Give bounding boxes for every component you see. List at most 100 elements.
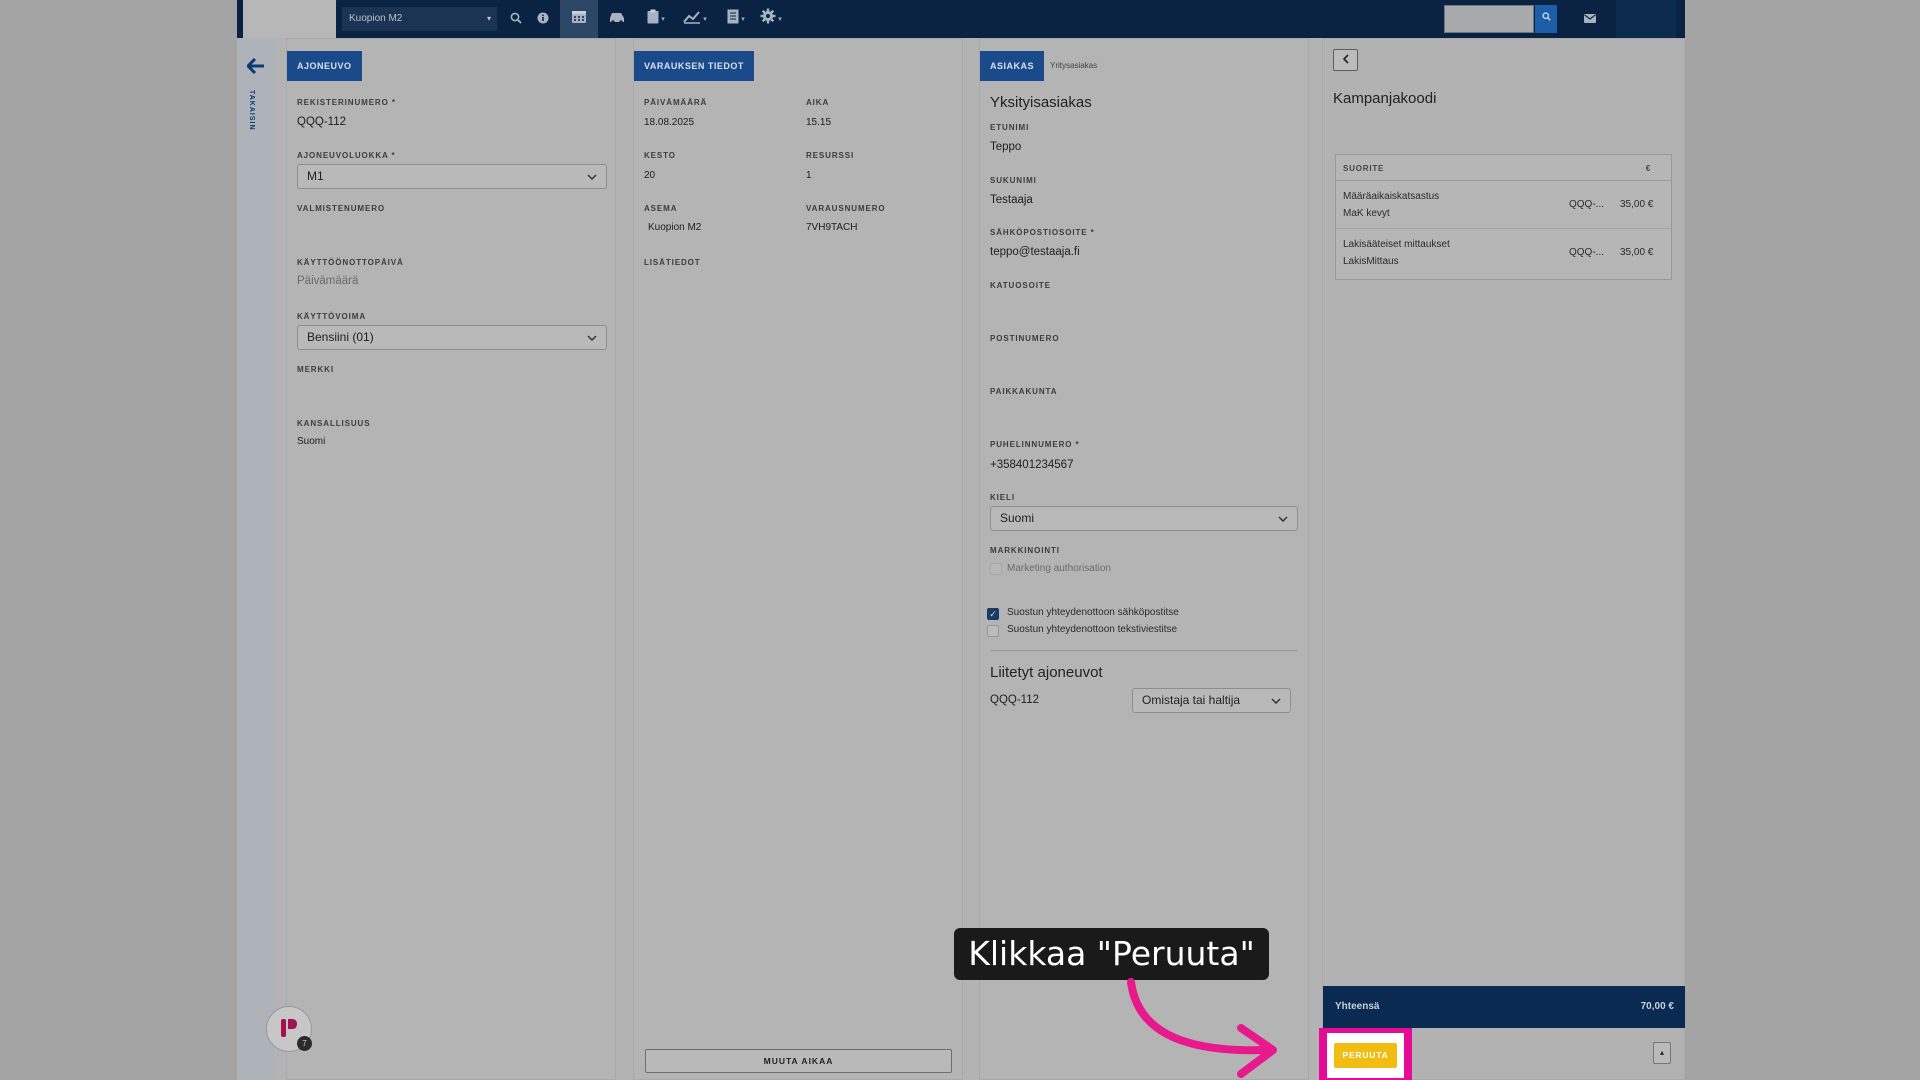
services-table: SUORITE € Määräaikaiskatsastus MaK kevyt… — [1335, 154, 1672, 280]
service-price: 35,00 € — [1620, 199, 1654, 210]
table-row[interactable]: Lakisääteiset mittaukset LakisMittaus QQ… — [1336, 229, 1671, 277]
table-header: SUORITE € — [1336, 155, 1671, 181]
service-name: Määräaikaiskatsastus — [1343, 191, 1440, 202]
intro-date-input[interactable]: Päivämäärä — [297, 275, 358, 287]
back-label[interactable]: TAKAISIN — [248, 90, 255, 131]
nationality-value[interactable]: Suomi — [297, 436, 325, 447]
marketing-label: MARKKINOINTI — [990, 546, 1060, 555]
booking-panel: VARAUKSEN TIEDOT PÄIVÄMÄÄRÄ 18.08.2025 A… — [633, 38, 963, 1080]
tab-business-customer[interactable]: Yritysasiakas — [1050, 51, 1097, 81]
help-widget-button[interactable]: 7 — [266, 1006, 312, 1052]
tutorial-arrow-icon — [1127, 978, 1277, 1078]
service-name: Lakisääteiset mittaukset — [1343, 239, 1450, 250]
mail-icon[interactable] — [1584, 0, 1596, 38]
chevron-down-icon — [587, 326, 597, 350]
clipboard-icon[interactable]: ▾ — [641, 0, 671, 38]
linked-vehicle-role-value: Omistaja tai haltija — [1142, 693, 1241, 707]
table-row[interactable]: Määräaikaiskatsastus MaK kevyt QQQ-... 3… — [1336, 181, 1671, 229]
reg-label: REKISTERINUMERO * — [297, 98, 396, 107]
total-value: 70,00 € — [1640, 1001, 1674, 1012]
customer-panel: ASIAKAS Yritysasiakas Yksityisasiakas ET… — [979, 38, 1309, 1080]
chevron-down-icon — [587, 165, 597, 189]
total-label: Yhteensä — [1335, 1001, 1380, 1012]
car-icon[interactable] — [604, 0, 630, 38]
tab-customer[interactable]: ASIAKAS — [980, 51, 1045, 81]
first-name-value[interactable]: Teppo — [990, 141, 1021, 153]
phone-label: PUHELINNUMERO * — [990, 440, 1080, 449]
last-name-label: SUKUNIMI — [990, 176, 1037, 185]
document-icon[interactable]: ▾ — [721, 0, 751, 38]
marketing-checkbox[interactable] — [990, 563, 1002, 575]
chevron-down-icon: ▾ — [486, 14, 491, 23]
highlight-inner: PERUUTA — [1327, 1033, 1404, 1078]
time-label: AIKA — [806, 98, 830, 107]
customer-type-heading: Yksityisasiakas — [990, 94, 1092, 111]
gear-icon[interactable]: ▾ — [755, 0, 787, 38]
highlight-frame: PERUUTA — [1319, 1028, 1412, 1080]
linked-vehicle-role-select[interactable]: Omistaja tai haltija — [1132, 688, 1291, 713]
user-menu[interactable] — [1616, 0, 1676, 38]
cancel-button[interactable]: PERUUTA — [1334, 1043, 1397, 1068]
tab-vehicle[interactable]: AJONEUVO — [287, 51, 362, 81]
divider — [990, 650, 1298, 651]
language-label: KIELI — [990, 493, 1015, 502]
chart-icon[interactable]: ▾ — [678, 0, 712, 38]
booking-number-value: 7VH9TACH — [806, 222, 858, 233]
service-plate: QQQ-... — [1569, 247, 1604, 258]
calendar-icon[interactable] — [560, 0, 598, 38]
linked-vehicle-plate[interactable]: QQQ-112 — [990, 694, 1039, 706]
date-value: 18.08.2025 — [644, 117, 695, 128]
email-label: SÄHKÖPOSTIOSOITE * — [990, 228, 1095, 237]
fuel-value: Bensiini (01) — [307, 330, 374, 344]
language-select[interactable]: Suomi — [990, 506, 1298, 531]
linked-vehicles-heading: Liitetyt ajoneuvot — [990, 664, 1103, 681]
service-sub: LakisMittaus — [1343, 256, 1399, 267]
arrow-left-icon[interactable] — [245, 56, 265, 78]
notification-badge: 7 — [297, 1036, 312, 1051]
city-label: PAIKKAKUNTA — [990, 387, 1058, 396]
make-label: MERKKI — [297, 365, 334, 374]
search-button[interactable] — [1535, 5, 1557, 33]
language-value: Suomi — [1000, 511, 1035, 525]
column-price: € — [1645, 164, 1651, 173]
email-value[interactable]: teppo@testaaja.fi — [990, 246, 1080, 258]
vehicle-class-select[interactable]: M1 — [297, 164, 607, 189]
search-icon[interactable] — [505, 0, 527, 38]
duration-value: 20 — [644, 170, 656, 181]
postal-label: POSTINUMERO — [990, 334, 1060, 343]
total-bar: Yhteensä 70,00 € — [1323, 986, 1685, 1028]
last-name-value[interactable]: Testaaja — [990, 194, 1033, 206]
duration-label: KESTO — [644, 151, 676, 160]
booking-number-label: VARAUSNUMERO — [806, 204, 886, 213]
phone-value[interactable]: +358401234567 — [990, 459, 1073, 471]
top-navigation-bar: Kuopion M2 ▾ ▾ ▾ ▾ ▾ — [237, 0, 1685, 38]
campaign-code-heading[interactable]: Kampanjakoodi — [1333, 90, 1436, 107]
date-label: PÄIVÄMÄÄRÄ — [644, 98, 708, 107]
info-icon[interactable] — [532, 0, 554, 38]
consent-email-label: Suostun yhteydenottoon sähköpostitse — [1007, 607, 1179, 618]
consent-sms-label: Suostun yhteydenottoon tekstiviestitse — [1007, 624, 1178, 635]
expand-button[interactable]: ▴ — [1653, 1042, 1671, 1064]
consent-email-checkbox[interactable]: ✓ — [987, 608, 999, 620]
global-search-input[interactable] — [1444, 5, 1534, 33]
time-value: 15.15 — [806, 117, 832, 128]
tutorial-callout: Klikkaa "Peruuta" — [954, 928, 1269, 980]
fuel-label: KÄYTTÖVOIMA — [297, 312, 367, 321]
collapse-panel-button[interactable] — [1333, 49, 1358, 71]
summary-panel: Kampanjakoodi SUORITE € Määräaikaiskatsa… — [1319, 38, 1685, 1080]
intro-date-label: KÄYTTÖÖNOTTOPÄIVÄ — [297, 258, 404, 267]
column-service: SUORITE — [1343, 164, 1385, 173]
chevron-down-icon — [1278, 507, 1288, 531]
tab-booking-details[interactable]: VARAUKSEN TIEDOT — [634, 51, 754, 81]
consent-sms-checkbox[interactable] — [987, 625, 999, 637]
vehicle-panel: AJONEUVO REKISTERINUMERO * QQQ-112 AJONE… — [286, 38, 616, 1080]
service-plate: QQQ-... — [1569, 199, 1604, 210]
station-label: ASEMA — [644, 204, 678, 213]
station-selector[interactable]: Kuopion M2 ▾ — [342, 7, 497, 31]
first-name-label: ETUNIMI — [990, 123, 1030, 132]
fuel-select[interactable]: Bensiini (01) — [297, 325, 607, 350]
class-label: AJONEUVOLUOKKA * — [297, 151, 396, 160]
vin-label: VALMISTENUMERO — [297, 204, 386, 213]
reg-value[interactable]: QQQ-112 — [297, 116, 346, 128]
change-time-button[interactable]: MUUTA AIKAA — [645, 1049, 952, 1073]
